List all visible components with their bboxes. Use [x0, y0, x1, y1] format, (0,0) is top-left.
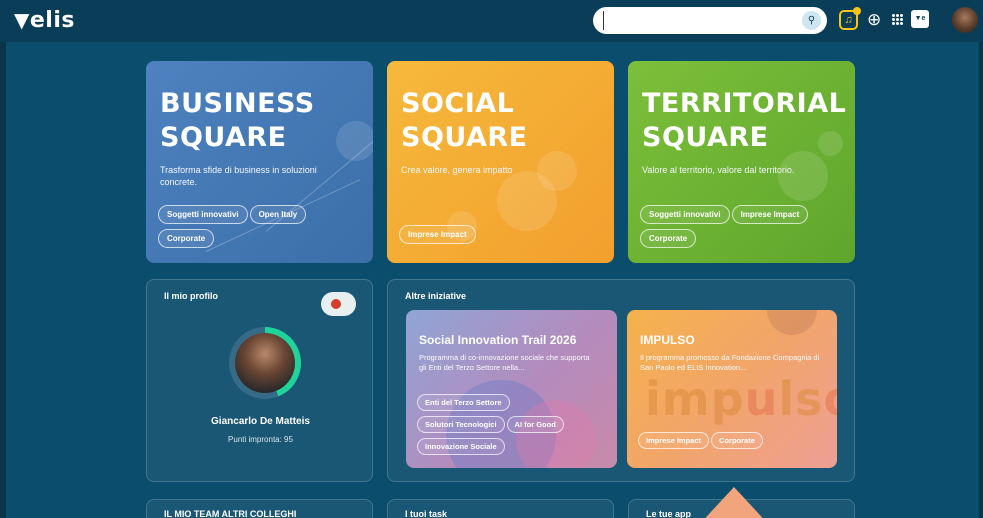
chip-imprese-impact[interactable]: Imprese Impact [638, 432, 710, 449]
business-square-card[interactable]: BUSINESS SQUARE Trasforma sfide di busine… [146, 61, 373, 263]
status-toggle[interactable] [321, 292, 356, 316]
chip-ai-for-good[interactable]: AI for Good [506, 416, 564, 433]
initiative-description: Il programma promosso da Fondazione Comp… [640, 353, 820, 372]
user-avatar[interactable] [952, 7, 978, 33]
top-bar: ▼elis ⚲ ♫ ⊕ ▼e [0, 0, 983, 42]
panel-title: Il mio profilo [164, 291, 218, 301]
scroll-top-arrow[interactable] [697, 487, 771, 518]
territorial-square-card[interactable]: TERRITORIAL SQUARE Valore al territorio, … [628, 61, 855, 263]
profile-photo[interactable] [235, 333, 295, 393]
panel-title: Altre iniziative [405, 291, 467, 301]
chip-open-italy[interactable]: Open Italy [249, 205, 307, 224]
search-icon[interactable]: ⚲ [802, 11, 821, 30]
window-frame-left [0, 0, 6, 518]
initiative-title: IMPULSO [640, 333, 695, 347]
panel-title[interactable]: IL MIO TEAM ALTRI COLLEGHI [164, 509, 296, 518]
toggle-knob [331, 299, 341, 309]
initiative-title: Social Innovation Trail 2026 [419, 333, 577, 347]
chip-corporate[interactable]: Corporate [158, 229, 215, 248]
chip-imprese-impact[interactable]: Imprese Impact [399, 225, 476, 244]
chip-soggetti-innovativi[interactable]: Soggetti innovativi [158, 205, 248, 224]
square-title: TERRITORIAL SQUARE [642, 88, 847, 153]
chip-imprese-impact[interactable]: Imprese Impact [731, 205, 809, 224]
language-globe-icon[interactable]: ⊕ [867, 10, 881, 30]
initiative-card-social-innovation-trail[interactable]: Social Innovation Trail 2026 Programma d… [406, 310, 617, 468]
square-title: BUSINESS SQUARE [160, 88, 315, 153]
chip-solutori-tecnologici[interactable]: Solutori Tecnologici [417, 416, 505, 433]
initiative-card-impulso[interactable]: impulso IMPULSO Il programma promosso da… [627, 310, 837, 468]
chip-corporate[interactable]: Corporate [711, 432, 763, 449]
team-panel: IL MIO TEAM ALTRI COLLEGHI [146, 499, 373, 518]
elis-app-icon[interactable]: ▼e [911, 10, 929, 28]
profile-panel: Il mio profilo Giancarlo De Matteis Punt… [146, 279, 373, 482]
notification-bell-icon[interactable]: ♫ [839, 7, 861, 30]
decoration [778, 151, 828, 201]
chip-innovazione-sociale[interactable]: Innovazione Sociale [417, 438, 505, 455]
elis-logo[interactable]: ▼elis [14, 8, 75, 33]
chip-corporate[interactable]: Corporate [640, 229, 697, 248]
profile-points: Punti impronta: 95 [228, 435, 293, 444]
chip-enti-terzo-settore[interactable]: Enti del Terzo Settore [417, 394, 510, 411]
chip-soggetti-innovativi[interactable]: Soggetti innovativi [640, 205, 730, 224]
apps-grid-icon[interactable] [892, 14, 903, 25]
square-subtitle: Crea valore, genera impatto [401, 165, 513, 175]
profile-progress-ring [229, 327, 301, 399]
window-frame-right [979, 0, 983, 518]
square-title: SOCIAL SQUARE [401, 88, 528, 153]
square-subtitle: Valore al territorio, valore dal territo… [642, 165, 795, 175]
impulso-wordmark: impulso [645, 372, 837, 426]
social-square-card[interactable]: SOCIAL SQUARE Crea valore, genera impatto… [387, 61, 614, 263]
initiative-description: Programma di co-innovazione sociale che … [419, 353, 590, 372]
search-input[interactable] [603, 11, 793, 30]
square-subtitle: Trasforma sfide di business in soluzioni… [160, 165, 317, 187]
decoration [767, 310, 817, 335]
tasks-panel: I tuoi task [387, 499, 614, 518]
panel-title: Le tue app [646, 509, 692, 518]
profile-name[interactable]: Giancarlo De Matteis [147, 416, 374, 427]
search-box[interactable]: ⚲ [593, 7, 827, 34]
notification-dot [853, 7, 861, 15]
panel-title: I tuoi task [405, 509, 448, 518]
